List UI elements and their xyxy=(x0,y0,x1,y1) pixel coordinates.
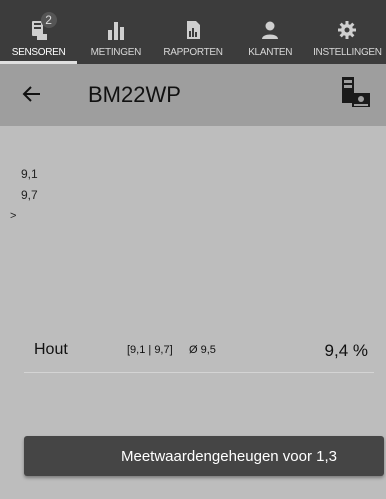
page-title: BM22WP xyxy=(88,82,181,107)
rec-device-icon[interactable] xyxy=(338,75,372,111)
tab-metingen[interactable]: METINGEN xyxy=(77,0,154,64)
tab-label: METINGEN xyxy=(90,47,142,58)
tab-label: RAPPORTEN xyxy=(163,47,223,58)
sensor-count-badge: 2 xyxy=(40,12,57,28)
tab-klanten[interactable]: KLANTEN xyxy=(232,0,309,64)
tab-instellingen[interactable]: INSTELLINGEN xyxy=(309,0,386,64)
tab-label: SENSOREN xyxy=(11,47,66,58)
measurement-range: [9,1 | 9,7] xyxy=(127,344,173,356)
page-header: BM22WP xyxy=(0,64,386,126)
measurement-average: Ø 9,5 xyxy=(189,344,216,356)
tab-rapporten[interactable]: RAPPORTEN xyxy=(154,0,231,64)
bar-chart-icon xyxy=(107,22,124,40)
customers-icon xyxy=(262,21,279,39)
material-name: Hout xyxy=(34,341,68,358)
top-navigation: 2 SENSOREN METINGEN RAPPORTEN KLANTEN IN… xyxy=(0,0,386,64)
report-icon xyxy=(187,21,200,39)
arrow-left-icon[interactable] xyxy=(20,82,44,106)
memory-button-label: Meetwaardengeheugen voor 1,3 xyxy=(121,447,337,465)
tab-label: INSTELLINGEN xyxy=(313,47,382,58)
reading-value: 9,1 xyxy=(21,167,38,181)
reading-values: 9,1 9,7 xyxy=(21,167,38,209)
measurement-value: 9,4 % xyxy=(324,341,368,360)
measurement-row[interactable]: Hout [9,1 | 9,7] Ø 9,5 9,4 % xyxy=(24,338,374,373)
gear-icon xyxy=(338,21,357,39)
tab-sensoren[interactable]: 2 SENSOREN xyxy=(0,0,78,64)
reading-value: 9,7 xyxy=(21,188,38,202)
expand-caret[interactable]: > xyxy=(10,210,16,222)
tab-label: KLANTEN xyxy=(248,47,293,58)
memory-button[interactable]: Meetwaardengeheugen voor 1,3 xyxy=(24,436,384,476)
